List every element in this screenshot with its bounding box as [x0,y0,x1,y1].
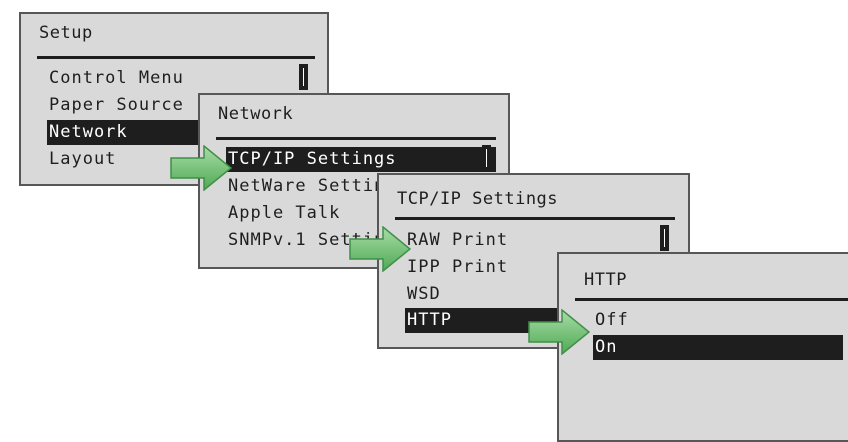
menu-item-paper-source[interactable]: Paper Source [47,93,184,118]
menu-item-ipp-print[interactable]: IPP Print [405,255,508,280]
menu-item-apple-talk[interactable]: Apple Talk [226,201,340,226]
menu-item-control-menu[interactable]: Control Menu [47,66,184,91]
menu-item-wsd[interactable]: WSD [405,282,441,307]
title-divider [395,217,675,220]
menu-item-network[interactable]: Network [47,120,217,145]
panel-title: TCP/IP Settings [397,189,559,209]
panel-title: Network [218,104,294,124]
title-divider [37,56,315,59]
menu-item-raw-print[interactable]: RAW Print [405,228,508,253]
scrollbar-indicator[interactable] [299,64,308,90]
menu-item-tcpip-settings[interactable]: TCP/IP Settings [226,147,496,172]
menu-item-layout[interactable]: Layout [47,147,116,172]
scrollbar-indicator[interactable] [660,225,669,251]
option-on[interactable]: On [593,335,843,360]
scrollbar-indicator[interactable] [482,145,491,171]
title-divider [216,137,496,140]
right-arrow-icon [170,145,232,191]
http-panel: HTTP Off On [557,252,848,442]
right-arrow-icon [528,309,590,355]
panel-title: HTTP [584,270,627,290]
title-divider [575,298,848,301]
option-off[interactable]: Off [593,308,629,333]
panel-title: Setup [39,23,93,43]
right-arrow-icon [349,226,411,272]
